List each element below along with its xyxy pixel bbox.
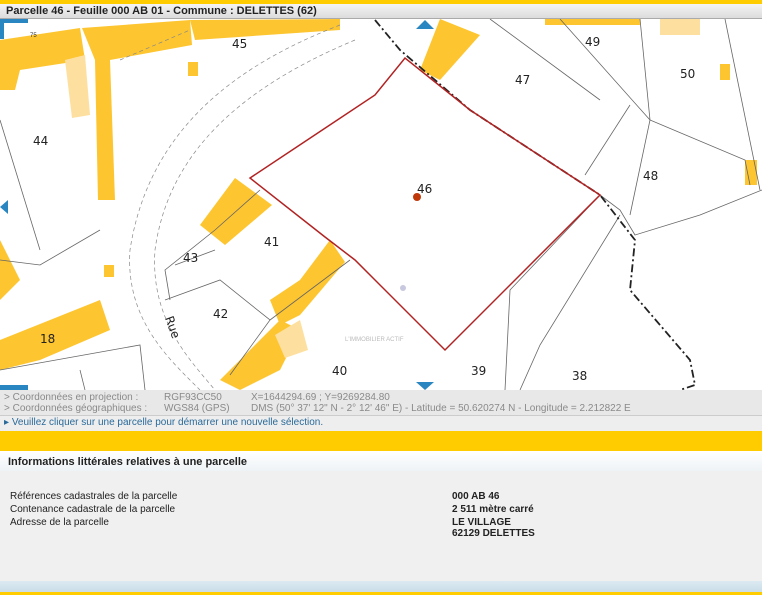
svg-text:75: 75 bbox=[30, 33, 37, 39]
svg-text:45: 45 bbox=[232, 37, 247, 51]
reference-value: 000 AB 46 bbox=[452, 491, 499, 502]
area-value: 2 511 mètre carré bbox=[452, 504, 534, 515]
cadastral-map[interactable]: 45 49 47 50 44 46 48 41 43 42 18 40 39 38 Rue 7… bbox=[0, 19, 762, 390]
geographic-label: > Coordonnées géographiques : bbox=[4, 403, 147, 414]
geographic-value: DMS (50° 37' 12" N - 2° 12' 46" E) - Lat… bbox=[251, 403, 631, 414]
address-label: Adresse de la parcelle bbox=[10, 517, 109, 528]
projection-value: X=1644294.69 ; Y=9269284.80 bbox=[251, 392, 390, 403]
svg-text:40: 40 bbox=[332, 364, 347, 378]
instruction-message: ▸ Veuillez cliquer sur une parcelle pour… bbox=[0, 416, 762, 431]
projection-label: > Coordonnées en projection : bbox=[4, 392, 138, 403]
play-arrow-icon: ▸ bbox=[4, 417, 12, 428]
svg-text:Rue: Rue bbox=[162, 314, 183, 340]
parcel-info-panel: Références cadastrales de la parcelle 00… bbox=[0, 471, 762, 581]
svg-text:39: 39 bbox=[471, 364, 486, 378]
svg-text:50: 50 bbox=[680, 67, 695, 81]
svg-text:38: 38 bbox=[572, 369, 587, 383]
bottom-bar bbox=[0, 581, 762, 595]
instruction-text: Veuillez cliquer sur une parcelle pour d… bbox=[12, 417, 323, 428]
info-panel-title: Informations littérales relatives à une … bbox=[0, 451, 762, 471]
reference-label: Références cadastrales de la parcelle bbox=[10, 491, 177, 502]
svg-text:49: 49 bbox=[585, 35, 600, 49]
svg-text:47: 47 bbox=[515, 73, 530, 87]
svg-text:L'IMMOBILIER ACTIF: L'IMMOBILIER ACTIF bbox=[345, 337, 404, 343]
projection-system: RGF93CC50 bbox=[164, 392, 222, 403]
svg-text:46: 46 bbox=[417, 182, 432, 196]
geographic-system: WGS84 (GPS) bbox=[164, 403, 230, 414]
svg-text:42: 42 bbox=[213, 307, 228, 321]
svg-text:48: 48 bbox=[643, 169, 658, 183]
svg-text:41: 41 bbox=[264, 235, 279, 249]
address-line1: LE VILLAGE bbox=[452, 517, 511, 528]
address-line2: 62129 DELETTES bbox=[452, 528, 535, 539]
svg-text:44: 44 bbox=[33, 134, 48, 148]
svg-text:43: 43 bbox=[183, 251, 198, 265]
page-title: Parcelle 46 - Feuille 000 AB 01 - Commun… bbox=[0, 4, 762, 19]
separator-band bbox=[0, 431, 762, 451]
svg-text:18: 18 bbox=[40, 332, 55, 346]
building bbox=[82, 20, 192, 200]
area-label: Contenance cadastrale de la parcelle bbox=[10, 504, 175, 515]
coordinates-panel: > Coordonnées en projection : RGF93CC50 … bbox=[0, 390, 762, 416]
